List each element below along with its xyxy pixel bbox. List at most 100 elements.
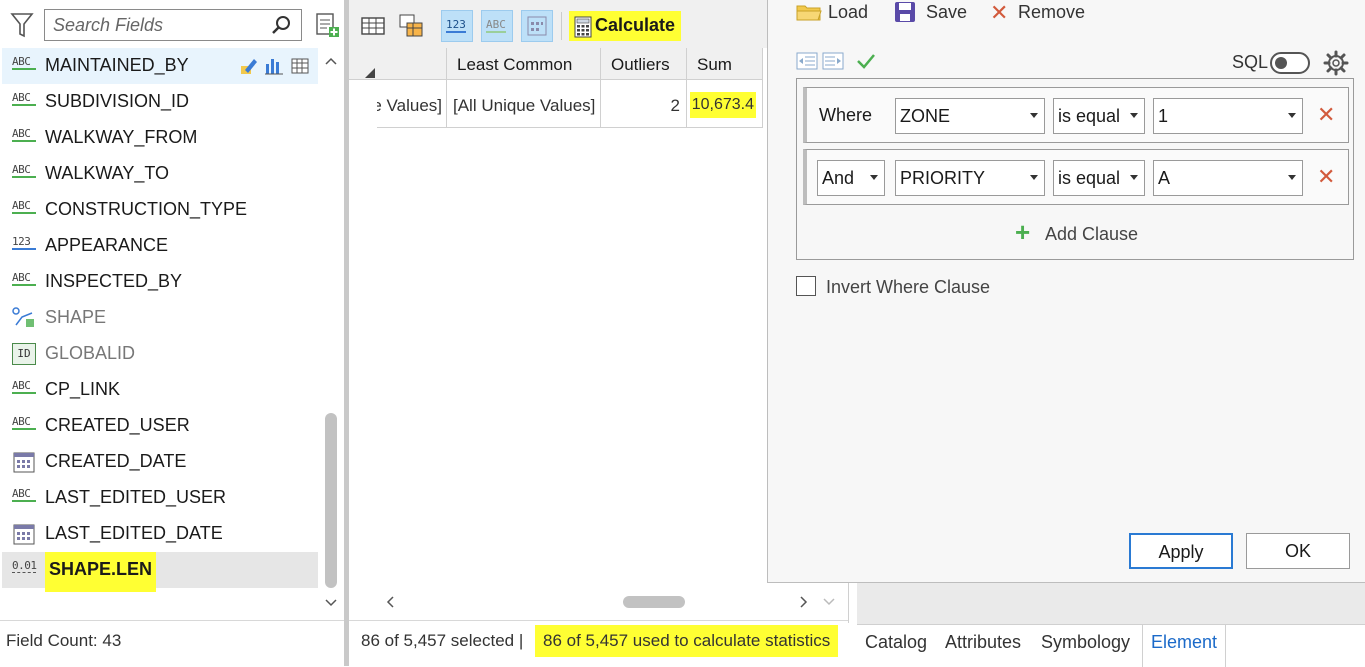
remove-label: Remove: [1018, 2, 1086, 22]
sql-toggle[interactable]: [1270, 52, 1310, 74]
scroll-thumb[interactable]: [623, 596, 685, 608]
scroll-down-icon[interactable]: [823, 597, 835, 607]
column-header-outliers[interactable]: Outliers: [601, 48, 687, 80]
apply-button[interactable]: Apply: [1129, 533, 1233, 569]
bottom-tabs: Catalog Attributes Symbology Element: [857, 624, 1365, 667]
remove-clause-icon[interactable]: ✕: [1317, 164, 1335, 190]
column-header-label: Outliers: [611, 55, 670, 74]
invert-checkbox[interactable]: [796, 276, 816, 296]
date-filter-toggle[interactable]: [521, 10, 553, 42]
tab-attributes[interactable]: Attributes: [937, 625, 1029, 667]
field-row[interactable]: ABC CONSTRUCTION_TYPE: [2, 192, 318, 228]
text-filter-toggle[interactable]: ABC: [481, 10, 513, 42]
operator-dropdown[interactable]: is equal: [1053, 160, 1145, 196]
field-dropdown[interactable]: PRIORITY: [895, 160, 1045, 196]
field-row[interactable]: CREATED_DATE: [2, 444, 318, 480]
field-count: Field Count: 43: [6, 631, 122, 650]
field-name: GLOBALID: [45, 343, 136, 363]
tab-element[interactable]: Element: [1142, 625, 1227, 667]
text-field-icon: ABC: [12, 271, 36, 293]
field-name: CREATED_USER: [45, 415, 190, 435]
text-field-icon: ABC: [12, 379, 36, 401]
column-header-least-common[interactable]: Least Common: [447, 48, 601, 80]
toggle-knob: [1275, 57, 1287, 69]
numeric-filter-toggle[interactable]: 123: [441, 10, 473, 42]
folder-icon: [796, 5, 822, 21]
table-cell[interactable]: [All Unique Values]: [447, 80, 601, 128]
clause-container: Where ZONE is equal 1 ✕ And PRIORITY is …: [796, 78, 1354, 260]
load-label: Load: [828, 2, 869, 22]
gear-icon[interactable]: [1323, 50, 1349, 76]
table-cell-sum[interactable]: 10,673.4: [687, 80, 763, 128]
statistics-toolbar: 123 ABC Calculate: [349, 0, 767, 48]
remove-icon: ✕: [990, 0, 1009, 25]
date-field-icon: [13, 452, 35, 473]
table-cell[interactable]: e Values]: [377, 80, 447, 128]
value-dropdown[interactable]: A: [1153, 160, 1303, 196]
field-row[interactable]: ID GLOBALID: [2, 336, 318, 372]
indent-right-icon[interactable]: [822, 52, 844, 70]
field-row[interactable]: ABC CREATED_USER: [2, 408, 318, 444]
edit-field-icon[interactable]: [239, 56, 259, 76]
field-name: SHAPE.LEN: [45, 552, 157, 592]
verify-check-icon[interactable]: [856, 52, 876, 70]
filter-icon[interactable]: [10, 10, 34, 40]
chart-icon[interactable]: [264, 56, 284, 76]
text-field-icon: ABC: [12, 487, 36, 509]
row-header-corner: [349, 48, 377, 80]
chevron-down-icon: [1030, 113, 1038, 118]
shape-field-icon: [12, 307, 34, 327]
field-list-scrollbar[interactable]: [322, 48, 340, 616]
field-row[interactable]: LAST_EDITED_DATE: [2, 516, 318, 552]
switch-selection-icon[interactable]: [395, 10, 427, 42]
table-cell[interactable]: 2: [601, 80, 687, 128]
table-horizontal-scrollbar[interactable]: [377, 590, 837, 614]
field-name: CREATED_DATE: [45, 451, 187, 471]
calculate-button[interactable]: Calculate: [569, 11, 682, 41]
search-icon[interactable]: [271, 15, 291, 35]
field-row[interactable]: ABC WALKWAY_TO: [2, 156, 318, 192]
scroll-down-icon[interactable]: [325, 598, 337, 608]
remove-clause-icon[interactable]: ✕: [1317, 102, 1335, 128]
tab-catalog[interactable]: Catalog: [857, 625, 935, 667]
connector-dropdown[interactable]: And: [817, 160, 885, 196]
column-header-sum[interactable]: Sum: [687, 48, 763, 80]
ok-label: OK: [1284, 541, 1311, 561]
ok-button[interactable]: OK: [1246, 533, 1350, 569]
used-count: 86 of 5,457 used to calculate statistics: [535, 625, 839, 657]
filter-dialog: Load Save ✕ Remove SQL Where ZONE is equ…: [767, 0, 1365, 583]
panel-divider: [848, 583, 857, 623]
field-row-shape-len[interactable]: 0.01 SHAPE.LEN: [2, 552, 318, 592]
field-row[interactable]: 123 APPEARANCE: [2, 228, 318, 264]
toolbar-separator: [561, 12, 562, 40]
operator-dropdown[interactable]: is equal: [1053, 98, 1145, 134]
tab-symbology[interactable]: Symbology: [1033, 625, 1138, 667]
field-name: MAINTAINED_BY: [45, 55, 189, 75]
scroll-up-icon[interactable]: [325, 56, 337, 66]
field-dropdown[interactable]: ZONE: [895, 98, 1045, 134]
search-input[interactable]: Search Fields: [44, 9, 302, 41]
add-field-icon[interactable]: [314, 12, 340, 38]
cell-value: 2: [670, 96, 680, 115]
numeric-field-icon: 123: [12, 235, 36, 257]
cell-value: e Values]: [377, 96, 442, 115]
field-row[interactable]: ABC INSPECTED_BY: [2, 264, 318, 300]
scroll-left-icon[interactable]: [385, 596, 395, 608]
text-field-icon: ABC: [12, 55, 36, 77]
indent-left-icon[interactable]: [796, 52, 818, 70]
scroll-thumb[interactable]: [325, 413, 337, 588]
table-view-icon[interactable]: [357, 10, 389, 42]
table-icon[interactable]: [291, 57, 309, 75]
text-field-icon: ABC: [12, 199, 36, 221]
scroll-right-icon[interactable]: [799, 596, 809, 608]
column-header-partial[interactable]: [377, 48, 447, 80]
field-row[interactable]: SHAPE: [2, 300, 318, 336]
value-dropdown[interactable]: 1: [1153, 98, 1303, 134]
field-row-maintained-by[interactable]: ABC MAINTAINED_BY: [2, 48, 318, 84]
double-field-icon: 0.01: [12, 559, 37, 573]
field-row[interactable]: ABC LAST_EDITED_USER: [2, 480, 318, 516]
field-row[interactable]: ABC CP_LINK: [2, 372, 318, 408]
id-field-icon: ID: [12, 343, 36, 365]
field-row[interactable]: ABC SUBDIVISION_ID: [2, 84, 318, 120]
field-row[interactable]: ABC WALKWAY_FROM: [2, 120, 318, 156]
